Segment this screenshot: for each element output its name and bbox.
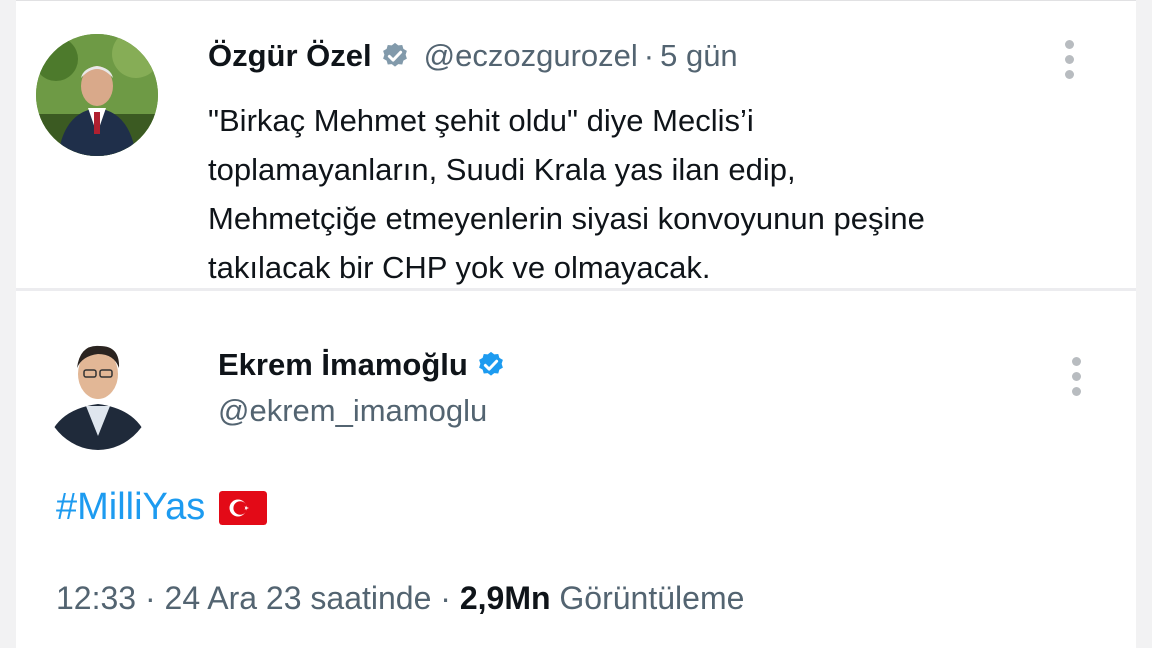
tweet2-author: Ekrem İmamoğlu (218, 347, 506, 383)
tweet2-meta: 12:33 · 24 Ara 23 saatinde · 2,9Mn Görün… (56, 580, 744, 617)
tweet2-timestamp[interactable]: 12:33 · 24 Ara 23 saatinde · (56, 580, 451, 616)
verified-badge-icon (478, 351, 503, 376)
tweet1-handle[interactable]: @eczozgurozel (424, 38, 638, 74)
tweet2-views-count: 2,9Mn (459, 580, 551, 616)
tweet2-views-label: Görüntüleme (559, 580, 745, 616)
tweet1-text: "Birkaç Mehmet şehit oldu" diye Meclis’i… (208, 96, 1108, 292)
tweet1-header: Özgür Özel @eczozgurozel · 5 gün (208, 38, 738, 74)
avatar-ekrem-imamoglu[interactable] (42, 326, 154, 450)
tweet1-author-name[interactable]: Özgür Özel (208, 38, 372, 74)
avatar-photo (42, 326, 154, 450)
tweet1-timestamp[interactable]: 5 gün (660, 38, 738, 74)
more-vertical-icon[interactable] (1068, 357, 1084, 402)
tweet1-text-line: Mehmetçiğe etmeyenlerin siyasi konvoyunu… (208, 201, 925, 236)
tweet1-text-line: "Birkaç Mehmet şehit oldu" diye Meclis’i (208, 103, 754, 138)
avatar-photo (36, 34, 158, 156)
avatar-ozgur-ozel[interactable] (36, 34, 158, 156)
tweet2-author-name[interactable]: Ekrem İmamoğlu (218, 347, 468, 383)
verified-badge-icon (382, 42, 407, 67)
tweet1-text-line: toplamayanların, Suudi Krala yas ilan ed… (208, 152, 796, 187)
tweet1-text-line: takılacak bir CHP yok ve olmayacak. (208, 250, 711, 285)
hashtag-link[interactable]: #MilliYas (56, 486, 205, 529)
tweet1-separator: · (643, 38, 655, 73)
more-vertical-icon[interactable] (1061, 40, 1077, 85)
turkey-flag-icon (219, 490, 268, 525)
tweet2-text: #MilliYas (56, 486, 268, 529)
tweet2-handle[interactable]: @ekrem_imamoglu (218, 393, 487, 429)
